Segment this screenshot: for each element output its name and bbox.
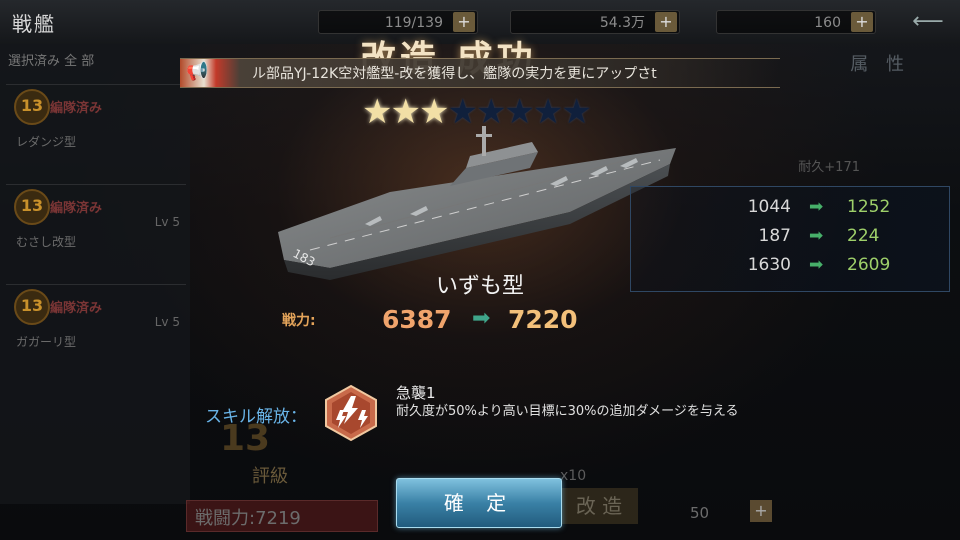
rank-badge: 13	[220, 418, 271, 459]
combat-power-label: 戦力:	[282, 313, 316, 329]
notice-banner: 📢 ル部品YJ-12K空対艦型-改を獲得し、艦隊の実力を更にアップさt	[180, 58, 780, 88]
gem-plus-button[interactable]: +	[851, 12, 873, 32]
filter-label[interactable]: 選択済み 全 部	[8, 50, 94, 69]
confirm-button[interactable]: 確 定	[396, 478, 562, 528]
fuel-plus-button[interactable]: +	[453, 12, 475, 32]
arrow-right-icon: ➡	[809, 197, 824, 217]
stat-row: 1630 ➡ 2609	[631, 255, 949, 283]
stat-new: 224	[847, 226, 880, 246]
stat-new: 1252	[847, 197, 891, 217]
combat-power-old: 6387	[382, 305, 452, 334]
multiplier: x10	[560, 468, 587, 484]
stat-old: 1630	[747, 255, 791, 275]
ship-list-panel: 選択済み 全 部 13 編隊済み レダンジ型 13 編隊済み Lv 5 むさし改…	[0, 44, 190, 504]
banner-text: ル部品YJ-12K空対艦型-改を獲得し、艦隊の実力を更にアップさt	[252, 66, 657, 82]
attribute-tab[interactable]: 属 性	[850, 50, 910, 76]
level-badge: 13	[14, 89, 50, 125]
stat-row: 1044 ➡ 1252	[631, 197, 949, 225]
rank-label: 評級	[252, 466, 288, 487]
skill-name: 急襲1	[396, 384, 436, 402]
stat-old: 187	[758, 226, 791, 246]
gold-value: 54.3万	[599, 15, 645, 31]
formation-tag: 編隊済み	[50, 201, 103, 216]
gold-plus-button[interactable]: +	[655, 12, 677, 32]
formation-tag: 編隊済み	[50, 301, 103, 316]
gem-resource: 160 +	[716, 10, 876, 34]
gem-value: 160	[814, 15, 841, 31]
stat-row: 187 ➡ 224	[631, 226, 949, 254]
cost-value: 50	[690, 504, 710, 522]
stat-old: 1044	[747, 197, 791, 217]
ship-image: 183	[270, 120, 690, 290]
list-item[interactable]: 13 編隊済み レダンジ型	[6, 84, 186, 155]
level-badge: 13	[14, 289, 50, 325]
level-badge: 13	[14, 189, 50, 225]
battle-power-text: 戦闘力:7219	[195, 508, 301, 529]
skill-description: 耐久度が50%より高い目標に30%の追加ダメージを与える	[396, 404, 739, 419]
back-arrow-icon[interactable]: ⟵	[902, 6, 954, 38]
stat-new: 2609	[847, 255, 891, 275]
screen-title: 戦艦	[12, 12, 56, 36]
fuel-value: 119/139	[384, 15, 443, 31]
megaphone-icon: 📢	[186, 61, 209, 82]
ship-type: むさし改型	[16, 235, 77, 249]
level-text: Lv 5	[154, 315, 180, 329]
battle-power-bar: 戦闘力:7219	[186, 500, 378, 532]
arrow-right-icon: ➡	[809, 255, 824, 275]
combat-power-new: 7220	[508, 305, 578, 334]
arrow-right-icon: ➡	[472, 306, 491, 331]
level-text: Lv 5	[154, 215, 180, 229]
assault-skill-icon	[322, 384, 380, 442]
cost-plus-button[interactable]: +	[750, 500, 772, 522]
list-item[interactable]: 13 編隊済み Lv 5 ガガーリ型	[6, 284, 186, 355]
ship-type: レダンジ型	[16, 135, 77, 149]
durability-bonus: 耐久+171	[798, 160, 860, 175]
formation-tag: 編隊済み	[50, 101, 103, 116]
arrow-right-icon: ➡	[809, 226, 824, 246]
stat-comparison-box: 1044 ➡ 1252 187 ➡ 224 1630 ➡ 2609	[630, 186, 950, 292]
remodel-button[interactable]: 改 造	[560, 488, 638, 524]
ship-type: ガガーリ型	[16, 335, 77, 349]
ship-name: いずも型	[435, 274, 524, 299]
list-item[interactable]: 13 編隊済み Lv 5 むさし改型	[6, 184, 186, 255]
